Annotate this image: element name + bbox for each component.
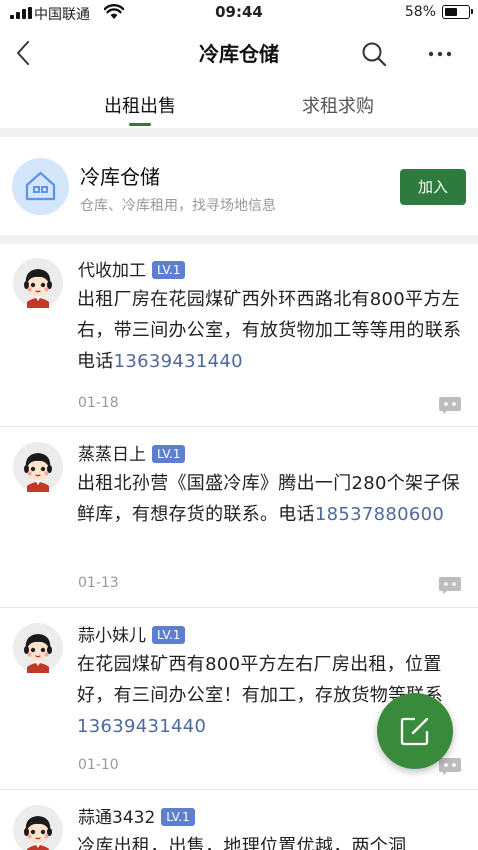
battery-icon [442, 5, 473, 19]
edit-icon [400, 717, 429, 746]
tab-want-rent[interactable]: 求租求购 [248, 92, 428, 118]
post-content: 冷库出租，出售，地理位置优越，两个洞 [77, 836, 407, 850]
post-date: 01-18 [78, 395, 119, 411]
phone-link[interactable]: 18537880600 [315, 504, 444, 525]
user-avatar[interactable] [13, 258, 63, 308]
post-author[interactable]: 蒜通3432 LV.1 [78, 803, 195, 828]
search-icon[interactable] [360, 40, 388, 68]
nav-bar: 冷库仓储 [0, 26, 478, 80]
level-badge: LV.1 [161, 808, 195, 826]
post-content: 出租厂房在花园煤矿西外环西路北有800平方左右，带三间办公室，有放货物加工等等用… [77, 289, 462, 372]
phone-link[interactable]: 13639431440 [114, 351, 243, 372]
group-name: 冷库仓储 [80, 165, 160, 189]
tab-active-indicator [129, 123, 151, 126]
comment-icon[interactable] [438, 576, 462, 594]
group-card: 冷库仓储 仓库、冷库租用，找寻场地信息 加入 [0, 137, 478, 235]
group-avatar [12, 158, 69, 215]
join-button[interactable]: 加入 [400, 169, 466, 205]
phone-link[interactable]: 13639431440 [77, 716, 206, 737]
level-badge: LV.1 [152, 626, 186, 644]
group-description: 仓库、冷库租用，找寻场地信息 [80, 198, 276, 214]
user-avatar[interactable] [13, 623, 63, 673]
level-badge: LV.1 [152, 445, 186, 463]
post-content: 出租北孙营《国盛冷库》腾出一门280个架子保鲜库，有想存货的联系。电话18537… [77, 473, 460, 525]
comment-icon[interactable] [438, 757, 462, 775]
user-avatar[interactable] [13, 805, 63, 850]
status-bar: 中国联通 09:44 58% [0, 0, 478, 26]
compose-button[interactable] [377, 693, 453, 769]
battery-percent: 58% [404, 4, 436, 20]
tab-rent-sell[interactable]: 出租出售 [50, 92, 230, 118]
post-author[interactable]: 蒜小妹儿 LV.1 [78, 621, 186, 646]
page-title: 冷库仓储 [199, 42, 279, 66]
post-author[interactable]: 蒸蒸日上 LV.1 [78, 440, 186, 465]
post-item[interactable]: 蒜通3432 LV.1 冷库出租，出售，地理位置优越，两个洞 [0, 791, 478, 850]
post-date: 01-10 [78, 757, 119, 773]
home-icon [25, 171, 56, 201]
user-avatar[interactable] [13, 442, 63, 492]
level-badge: LV.1 [152, 261, 186, 279]
comment-icon[interactable] [438, 396, 462, 414]
divider [0, 128, 478, 137]
comment-glyph [439, 577, 461, 594]
battery-fill [444, 7, 458, 16]
post-author[interactable]: 代收加工 LV.1 [78, 256, 186, 281]
tab-bar: 出租出售 求租求购 [0, 80, 478, 128]
post-item[interactable]: 蒸蒸日上 LV.1 出租北孙营《国盛冷库》腾出一门280个架子保鲜库，有想存货的联… [0, 428, 478, 608]
post-date: 01-13 [78, 575, 119, 591]
divider [0, 235, 478, 244]
more-icon[interactable] [426, 40, 454, 68]
comment-glyph [439, 397, 461, 414]
post-item[interactable]: 代收加工 LV.1 出租厂房在花园煤矿西外环西路北有800平方左右，带三间办公室，… [0, 244, 478, 427]
comment-glyph [439, 758, 461, 775]
